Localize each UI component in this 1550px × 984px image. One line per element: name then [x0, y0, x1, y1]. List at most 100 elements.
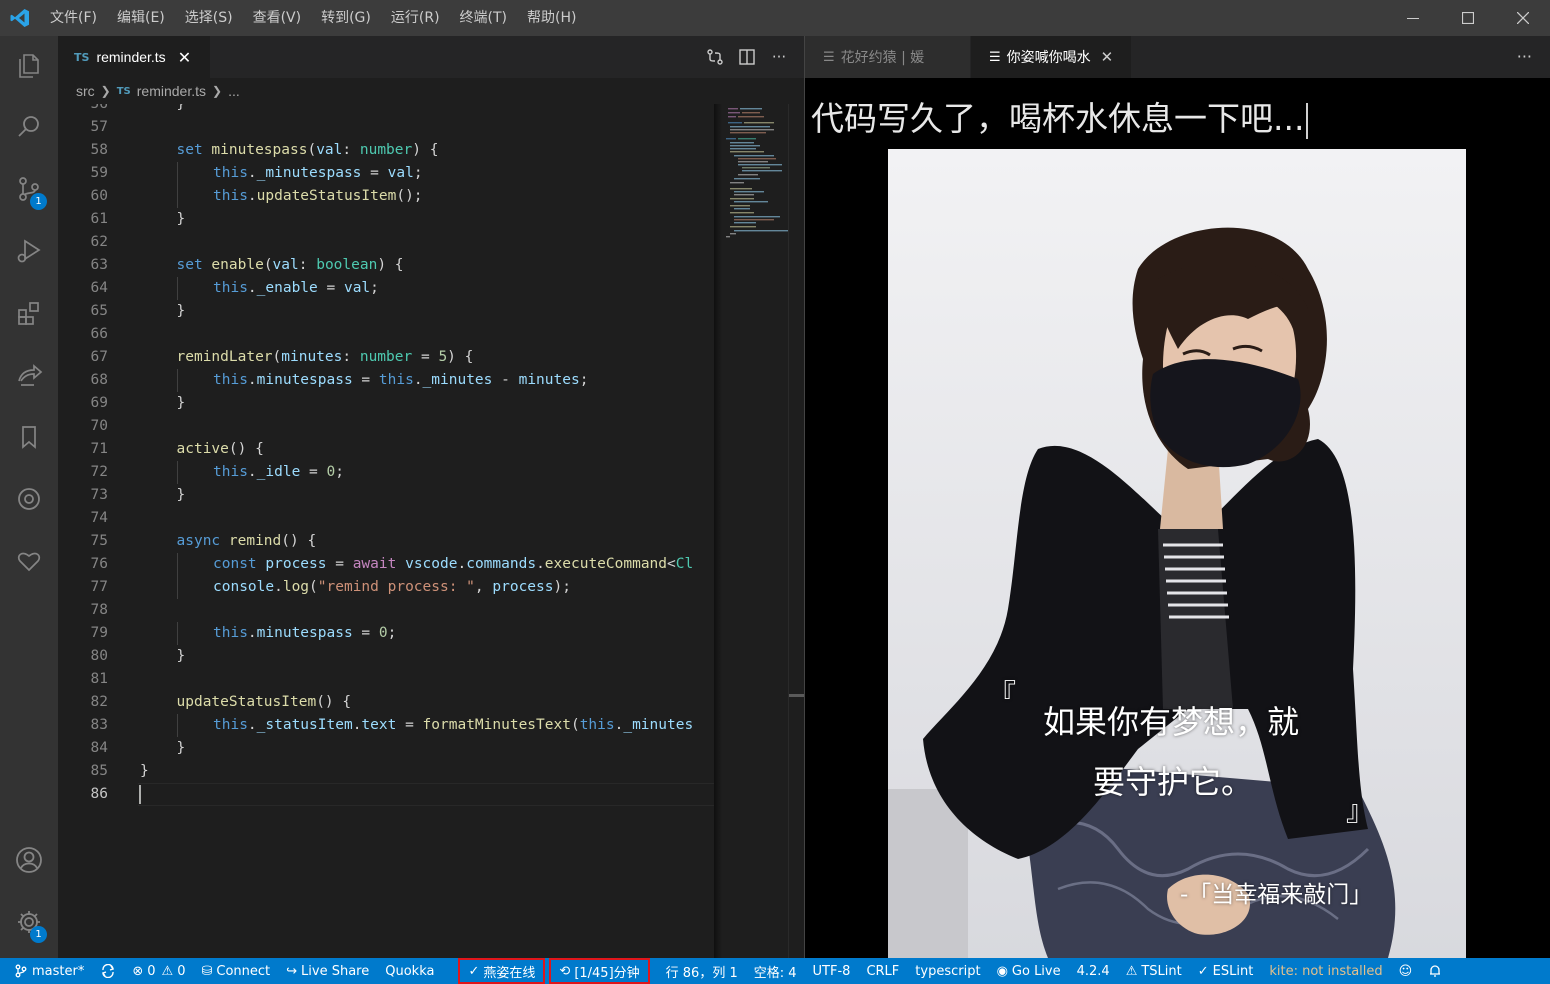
code-line[interactable]: 71 active() {	[58, 438, 714, 461]
quote-line-1: 如果你有梦想，就	[1043, 703, 1300, 741]
code-line[interactable]: 70	[58, 415, 714, 438]
gitlens-button[interactable]	[0, 470, 58, 528]
code-line[interactable]: 77 console.log("remind process: ", proces…	[58, 576, 714, 599]
notifications-button[interactable]	[1420, 958, 1450, 984]
breadcrumb-file[interactable]: reminder.ts	[137, 83, 206, 99]
editor-scrollbar[interactable]	[788, 104, 805, 958]
code-line[interactable]: 59 this._minutespass = val;	[58, 162, 714, 185]
code-editor[interactable]: 56} 57 58 set minutespass(val: number) {59 t…	[58, 104, 714, 958]
menu-selection[interactable]: 选择(S)	[175, 0, 243, 36]
connect-status[interactable]: ⛁ Connect	[193, 958, 278, 984]
presence-status[interactable]: ✓ 燕姿在线	[458, 958, 546, 984]
line-number: 65	[90, 303, 108, 319]
line-number: 86	[90, 786, 108, 802]
editor-tab-bar: TS reminder.ts ✕ ···	[58, 36, 804, 78]
feedback-button[interactable]: ☺	[1391, 958, 1421, 984]
tab-huahao-yueyuan[interactable]: ☰ 花好约猿 | 媛	[805, 36, 970, 78]
menu-terminal[interactable]: 终端(T)	[450, 0, 517, 36]
eol-status[interactable]: CRLF	[858, 958, 907, 984]
manage-button[interactable]: 1	[0, 893, 58, 951]
line-number: 82	[90, 694, 108, 710]
code-line[interactable]: 60 this.updateStatusItem();	[58, 185, 714, 208]
menu-file[interactable]: 文件(F)	[40, 0, 107, 36]
branch-status[interactable]: master*	[0, 958, 92, 984]
code-line[interactable]: 66	[58, 323, 714, 346]
timer-status[interactable]: ⟲ [1/45]分钟	[549, 958, 650, 984]
bookmarks-button[interactable]	[0, 408, 58, 466]
code-line[interactable]: 65}	[58, 300, 714, 323]
menu-help[interactable]: 帮助(H)	[517, 0, 586, 36]
branch-name: master*	[32, 963, 85, 979]
source-control-button[interactable]: 1	[0, 160, 58, 218]
minimap[interactable]	[722, 104, 788, 958]
search-button[interactable]	[0, 98, 58, 156]
minimize-button[interactable]	[1385, 0, 1440, 36]
extensions-button[interactable]	[0, 284, 58, 342]
close-tab-icon[interactable]: ✕	[1101, 48, 1114, 66]
live-share-activity-button[interactable]	[0, 346, 58, 404]
eslint-status[interactable]: ✓ ESLint	[1190, 958, 1262, 984]
menu-edit[interactable]: 编辑(E)	[107, 0, 175, 36]
code-line[interactable]: 83 this._statusItem.text = formatMinutesT…	[58, 714, 714, 737]
explorer-button[interactable]	[0, 36, 58, 94]
kite-status[interactable]: kite: not installed	[1261, 958, 1390, 984]
language-mode-status[interactable]: typescript	[907, 958, 988, 984]
code-line[interactable]: 69}	[58, 392, 714, 415]
accounts-button[interactable]	[0, 831, 58, 889]
code-line[interactable]: 57	[58, 116, 714, 139]
split-editor-icon[interactable]	[738, 48, 756, 66]
typescript-file-icon: TS	[116, 85, 131, 97]
breadcrumb-symbol[interactable]: ...	[228, 83, 240, 99]
code-line[interactable]: 82 updateStatusItem() {	[58, 691, 714, 714]
code-line[interactable]: 76 const process = await vscode.commands.…	[58, 553, 714, 576]
code-line[interactable]: 86	[58, 783, 714, 806]
more-actions-icon[interactable]: ···	[770, 48, 788, 66]
go-live-status[interactable]: ◉ Go Live	[989, 958, 1069, 984]
menu-go[interactable]: 转到(G)	[311, 0, 381, 36]
quokka-label: Quokka	[385, 963, 435, 979]
live-share-status[interactable]: ↪ Live Share	[278, 958, 377, 984]
ts-version-status[interactable]: 4.2.4	[1069, 958, 1118, 984]
compare-changes-icon[interactable]	[706, 48, 724, 66]
code-line[interactable]: 61}	[58, 208, 714, 231]
connect-label: Connect	[216, 963, 271, 979]
favorites-button[interactable]	[0, 532, 58, 590]
code-line[interactable]: 79 this.minutespass = 0;	[58, 622, 714, 645]
code-line[interactable]: 64 this._enable = val;	[58, 277, 714, 300]
person-photo-illustration	[888, 149, 1466, 958]
encoding-status[interactable]: UTF-8	[805, 958, 859, 984]
code-line[interactable]: 75 async remind() {	[58, 530, 714, 553]
code-line[interactable]: 74	[58, 507, 714, 530]
tab-reminder-ts[interactable]: TS reminder.ts ✕	[58, 36, 210, 78]
menu-view[interactable]: 查看(V)	[243, 0, 312, 36]
code-line[interactable]: 68 this.minutespass = this._minutes - min…	[58, 369, 714, 392]
code-line[interactable]: 62	[58, 231, 714, 254]
code-line[interactable]: 58 set minutespass(val: number) {	[58, 139, 714, 162]
code-line[interactable]: 67 remindLater(minutes: number = 5) {	[58, 346, 714, 369]
more-actions-icon[interactable]: ···	[1517, 36, 1532, 78]
cursor-position-status[interactable]: 行 86，列 1	[658, 958, 746, 984]
line-number: 70	[90, 418, 108, 434]
maximize-button[interactable]	[1440, 0, 1495, 36]
problems-status[interactable]: ⊗ 0 ⚠ 0	[124, 958, 193, 984]
tslint-status[interactable]: ⚠ TSLint	[1118, 958, 1190, 984]
code-line[interactable]: 80}	[58, 645, 714, 668]
quokka-status[interactable]: Quokka	[377, 958, 442, 984]
code-line[interactable]: 56}	[58, 104, 714, 116]
code-line[interactable]: 85}	[58, 760, 714, 783]
indentation-status[interactable]: 空格: 4	[746, 958, 805, 984]
code-line[interactable]: 84}	[58, 737, 714, 760]
line-number: 84	[90, 740, 108, 756]
run-debug-button[interactable]	[0, 222, 58, 280]
sync-button[interactable]	[92, 958, 124, 984]
code-line[interactable]: 72 this._idle = 0;	[58, 461, 714, 484]
menu-run[interactable]: 运行(R)	[381, 0, 450, 36]
code-line[interactable]: 73}	[58, 484, 714, 507]
tab-drink-water[interactable]: ☰ 你姿喊你喝水 ✕	[971, 36, 1131, 78]
breadcrumb-folder[interactable]: src	[76, 83, 95, 99]
close-window-button[interactable]	[1495, 0, 1550, 36]
code-line[interactable]: 78	[58, 599, 714, 622]
code-line[interactable]: 81	[58, 668, 714, 691]
close-tab-icon[interactable]: ✕	[178, 48, 191, 67]
code-line[interactable]: 63 set enable(val: boolean) {	[58, 254, 714, 277]
